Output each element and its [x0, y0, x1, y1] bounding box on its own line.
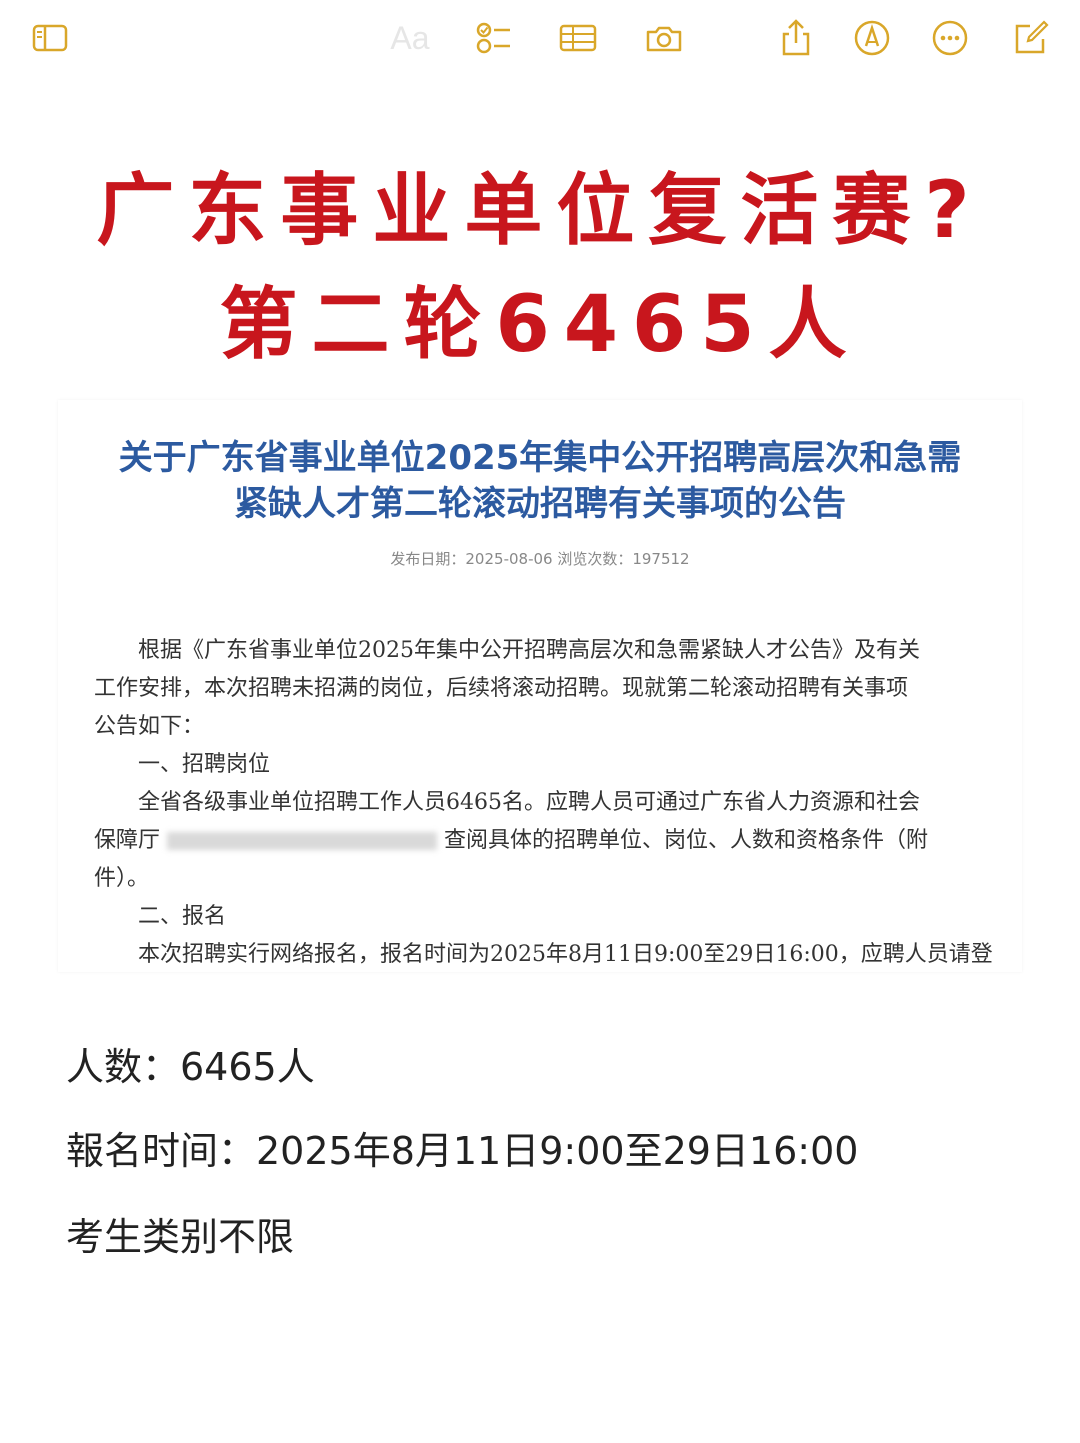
announcement-screenshot: 关于广东省事业单位2025年集中公开招聘高层次和急需 紧缺人才第二轮滚动招聘有关…: [58, 400, 1022, 972]
info-registration-time: 報名时间：2025年8月11日9:00至29日16:00: [66, 1129, 859, 1173]
announcement-line: 件）。: [94, 866, 150, 891]
more-button[interactable]: [928, 16, 972, 60]
markup-pen-icon: [854, 20, 890, 56]
compose-icon: [1015, 20, 1049, 54]
camera-icon: [646, 26, 682, 52]
announcement-line: 一、招聘岗位: [94, 752, 271, 777]
announcement-line: 根据《广东省事业单位2025年集中公开招聘高层次和急需紧缺人才公告》及有关: [94, 638, 920, 663]
sidebar-icon: [32, 24, 68, 52]
more-icon: [932, 20, 968, 56]
text-format-button[interactable]: Aa: [388, 16, 432, 60]
announcement-fragment: 查阅具体的招聘单位、岗位、人数和资格条件（附: [444, 828, 929, 853]
notes-toolbar: Aa: [0, 0, 1080, 80]
redacted-url: [167, 832, 438, 850]
announcement-title-line-1: 关于广东省事业单位2025年集中公开招聘高层次和急需: [118, 438, 962, 478]
checklist-icon: [476, 22, 510, 54]
camera-button[interactable]: [642, 16, 686, 60]
share-icon: [782, 19, 810, 56]
announcement-line: 二、报名: [94, 904, 227, 929]
compose-button[interactable]: [1008, 16, 1052, 60]
markup-button[interactable]: [850, 16, 894, 60]
announcement-line: 公告如下：: [94, 714, 205, 739]
sidebar-toggle-button[interactable]: [28, 16, 72, 60]
headline-line-1: 广东事业单位复活赛?: [96, 166, 984, 256]
announcement-fragment: 保障厅: [94, 828, 161, 853]
share-button[interactable]: [774, 16, 818, 60]
announcement-line-mixed: 保障厅 查阅具体的招聘单位、岗位、人数和资格条件（附: [94, 822, 994, 854]
table-icon: [559, 24, 597, 52]
info-count: 人数：6465人: [66, 1045, 315, 1089]
checklist-button[interactable]: [472, 16, 516, 60]
headline-line-2: 第二轮6465人: [219, 280, 861, 370]
announcement-line: 本次招聘实行网络报名，报名时间为2025年8月11日9:00至29日16:00，…: [116, 942, 993, 967]
table-button[interactable]: [556, 16, 600, 60]
info-category: 考生类别不限: [66, 1215, 295, 1259]
announcement-line: 全省各级事业单位招聘工作人员6465名。应聘人员可通过广东省人力资源和社会: [94, 790, 920, 815]
announcement-title-line-2: 紧缺人才第二轮滚动招聘有关事项的公告: [234, 484, 846, 524]
announcement-line: 工作安排，本次招聘未招满的岗位，后续将滚动招聘。现就第二轮滚动招聘有关事项: [94, 676, 909, 701]
announcement-meta: 发布日期：2025-08-06 浏览次数：197512: [390, 550, 690, 568]
